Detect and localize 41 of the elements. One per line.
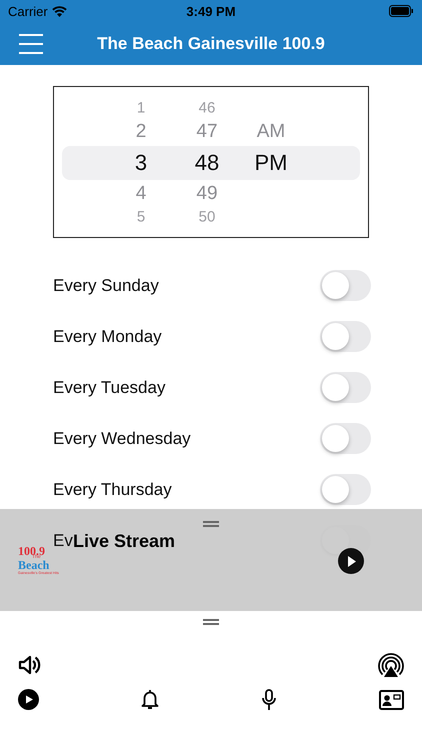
battery-icon bbox=[388, 5, 414, 17]
microphone-icon[interactable] bbox=[261, 689, 277, 710]
bell-icon[interactable] bbox=[141, 689, 159, 710]
drag-handle[interactable] bbox=[203, 521, 219, 527]
picker-value[interactable]: AM bbox=[256, 121, 286, 143]
picker-value[interactable]: 49 bbox=[196, 183, 218, 205]
time-picker[interactable]: 1 2 3 4 5 46 47 48 49 50 AM PM bbox=[53, 86, 369, 238]
play-icon bbox=[346, 556, 356, 566]
drag-handle[interactable] bbox=[203, 619, 219, 625]
broadcast-icon[interactable] bbox=[378, 652, 404, 678]
day-toggle[interactable] bbox=[320, 270, 371, 301]
picker-value[interactable]: 1 bbox=[136, 100, 146, 116]
day-label: Every Tuesday bbox=[53, 378, 166, 398]
player-title: Live Stream bbox=[73, 531, 176, 552]
day-label: Every Wednesday bbox=[53, 428, 191, 448]
day-toggle[interactable] bbox=[320, 372, 371, 403]
day-toggle[interactable] bbox=[320, 423, 371, 454]
play-button[interactable] bbox=[338, 548, 364, 574]
volume-icon[interactable] bbox=[18, 653, 42, 677]
contact-card-icon[interactable] bbox=[379, 690, 404, 710]
day-label: Every Sunday bbox=[53, 276, 159, 296]
day-toggle[interactable] bbox=[320, 321, 371, 352]
picker-value[interactable]: 46 bbox=[198, 100, 216, 116]
status-time: 3:49 PM bbox=[186, 4, 236, 18]
carrier-label: Carrier bbox=[8, 4, 48, 18]
day-toggle[interactable] bbox=[320, 474, 371, 505]
play-icon[interactable] bbox=[18, 689, 39, 710]
picker-value[interactable]: 48 bbox=[194, 150, 220, 176]
picker-value[interactable]: PM bbox=[254, 150, 288, 176]
menu-button[interactable] bbox=[19, 34, 43, 54]
day-label: Ev bbox=[53, 530, 73, 550]
picker-value[interactable]: 2 bbox=[136, 121, 146, 143]
day-label: Every Thursday bbox=[53, 480, 172, 500]
picker-value[interactable]: 4 bbox=[136, 183, 146, 205]
app-title: The Beach Gainesville 100.9 bbox=[96, 34, 326, 54]
picker-value[interactable]: 50 bbox=[198, 208, 216, 226]
picker-value[interactable]: 5 bbox=[136, 208, 146, 226]
day-label: Every Monday bbox=[53, 326, 162, 346]
picker-value[interactable]: 47 bbox=[196, 121, 218, 143]
wifi-icon bbox=[52, 6, 67, 16]
picker-value[interactable]: 3 bbox=[134, 150, 148, 176]
